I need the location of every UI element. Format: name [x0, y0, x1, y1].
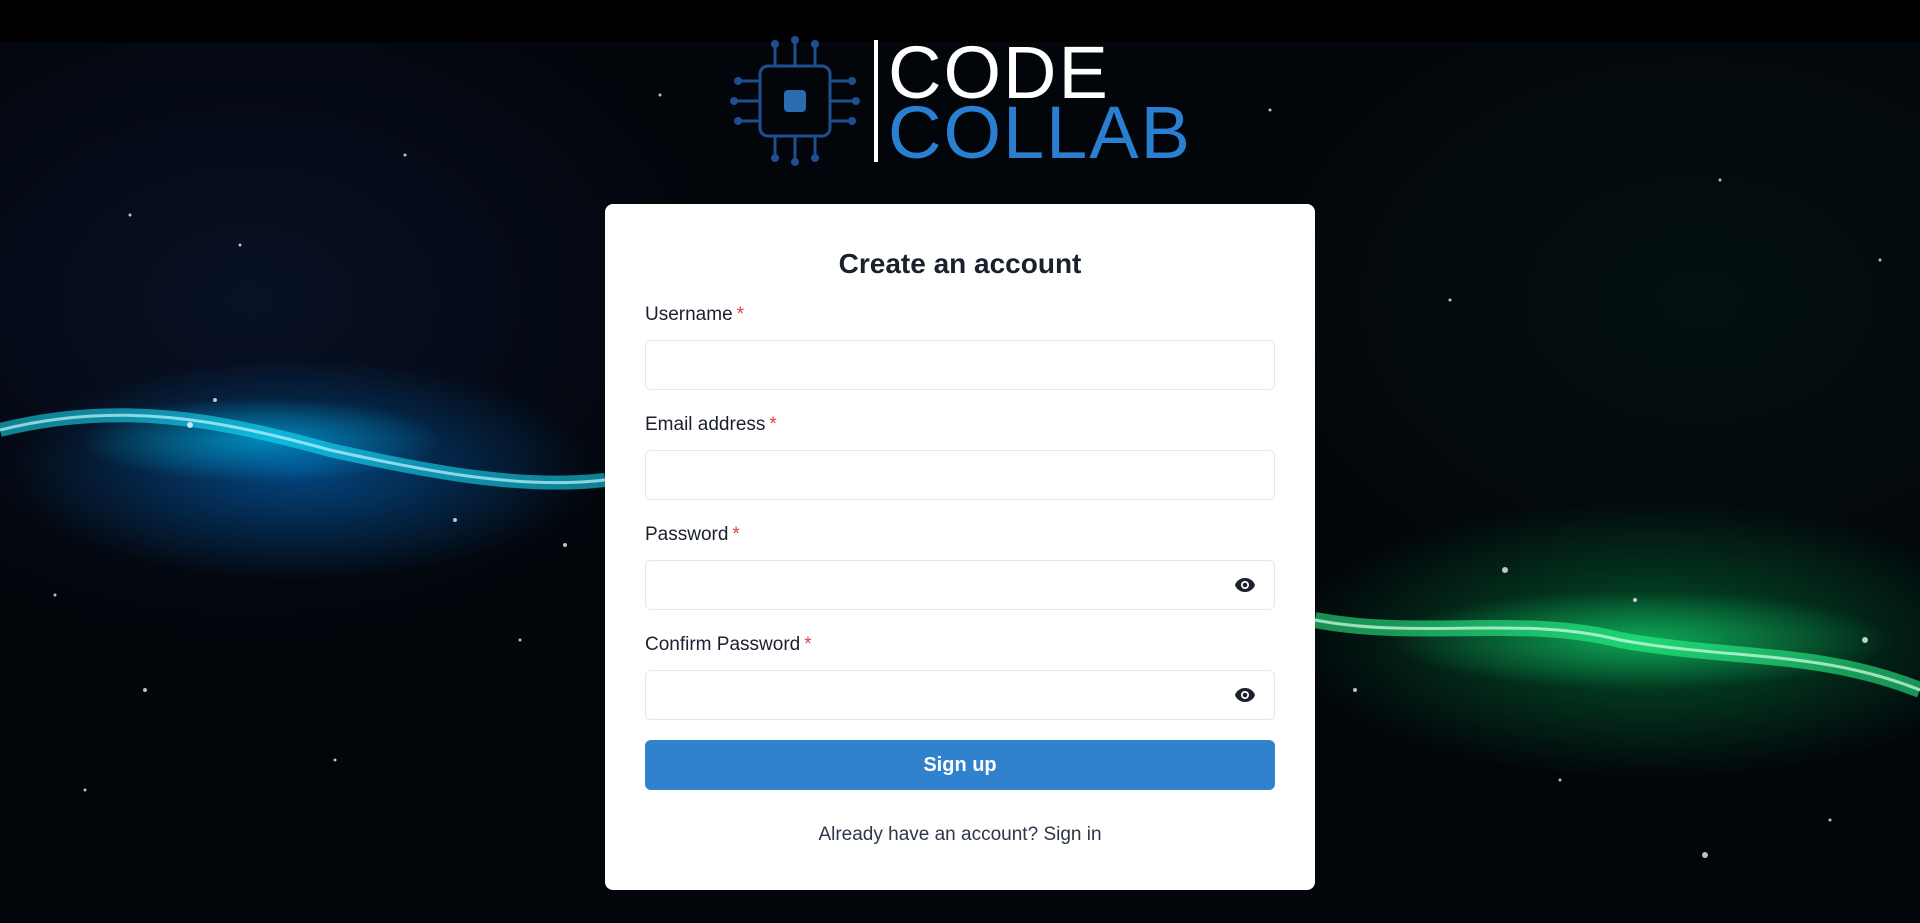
username-label-text: Username — [645, 304, 733, 325]
confirm-password-label-text: Confirm Password — [645, 634, 801, 655]
username-input[interactable] — [645, 340, 1275, 390]
logo-word-collab: COLLAB — [888, 91, 1193, 174]
sign-up-button[interactable]: Sign up — [645, 740, 1275, 790]
sign-in-prompt-text: Already have an account? — [818, 824, 1039, 845]
eye-icon — [1235, 578, 1255, 592]
confirm-password-label: Confirm Password * — [645, 634, 812, 656]
required-marker: * — [732, 524, 740, 545]
password-input[interactable] — [645, 560, 1275, 610]
circuit-chip-icon — [730, 36, 860, 166]
password-label: Password * — [645, 524, 740, 546]
show-password-toggle[interactable] — [1225, 565, 1265, 605]
email-input[interactable] — [645, 450, 1275, 500]
form-title: Create an account — [838, 248, 1082, 279]
required-marker: * — [804, 634, 812, 655]
eye-icon — [1235, 688, 1255, 702]
email-label-text: Email address — [645, 414, 766, 435]
required-marker: * — [769, 414, 777, 435]
username-label: Username * — [645, 304, 744, 326]
code-collab-logo: CODE COLLAB — [730, 36, 1190, 170]
signup-card: Create an account Username * Email addres… — [605, 204, 1315, 890]
sign-in-link[interactable]: Sign in — [1043, 824, 1101, 845]
show-confirm-password-toggle[interactable] — [1225, 675, 1265, 715]
logo-divider — [874, 40, 878, 162]
email-label: Email address * — [645, 414, 777, 436]
sign-in-prompt: Already have an account? Sign in — [605, 824, 1315, 846]
required-marker: * — [736, 304, 745, 325]
password-label-text: Password — [645, 524, 729, 545]
confirm-password-input[interactable] — [645, 670, 1275, 720]
